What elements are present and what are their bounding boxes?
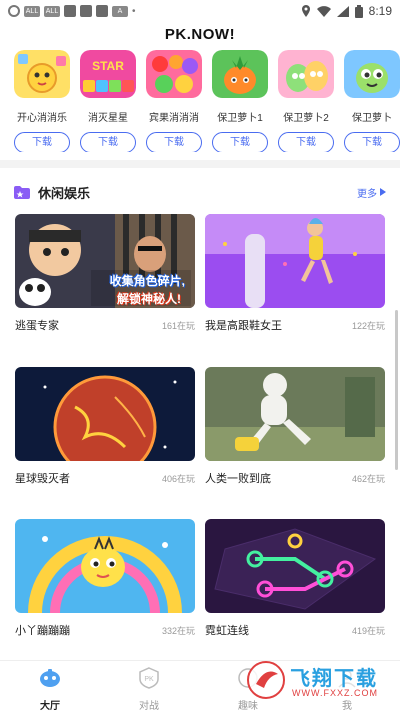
- game-thumb-carrot-defense-2-icon[interactable]: [278, 50, 334, 98]
- featured-game-3[interactable]: 宾果消消消 下载: [143, 50, 205, 152]
- watermark-text: 飞翔下载: [290, 668, 378, 690]
- battery-icon: [354, 4, 363, 18]
- lobby-icon[interactable]: [39, 667, 61, 689]
- signal-icon: [336, 5, 349, 17]
- nav-tab-battle[interactable]: PK 对战: [119, 667, 179, 711]
- all-badge-icon-2: ALL: [44, 5, 60, 17]
- folder-icon: [14, 185, 30, 199]
- game-name: 保卫萝卜1: [217, 113, 263, 124]
- game-thumb-bingo-fruit-icon[interactable]: [146, 50, 202, 98]
- download-button[interactable]: 下载: [212, 132, 268, 152]
- game-card-planet-destroyer[interactable]: 星球毁灭者 406在玩: [15, 367, 195, 486]
- more-label[interactable]: 更多: [357, 185, 377, 200]
- featured-game-6[interactable]: 保卫萝卜 下载: [341, 50, 400, 152]
- little-bounce-art-icon: [15, 519, 195, 613]
- player-count: 419在玩: [351, 625, 385, 636]
- watermark-url: WWW.FXXZ.COM: [292, 688, 378, 698]
- wifi-icon: [316, 5, 331, 17]
- player-count: 332在玩: [161, 625, 195, 636]
- pk-icon[interactable]: PK: [138, 667, 160, 689]
- status-bar: ALL ALL A • 8:19: [0, 0, 400, 22]
- section-header: 休闲娱乐 更多: [14, 182, 386, 202]
- card-title: 星球毁灭者: [15, 473, 70, 485]
- game-name: 保卫萝卜2: [283, 113, 329, 124]
- card-banner-line1: 收集角色碎片,: [109, 274, 185, 288]
- clock: 8:19: [368, 4, 392, 18]
- game-name: 消灭星星: [88, 113, 128, 124]
- game-card-egg-escape[interactable]: 收集角色碎片, 解锁神秘人! 逃蛋专家 161在玩: [15, 214, 195, 333]
- featured-game-1[interactable]: 开心消消乐 下载: [11, 50, 73, 152]
- watermark: 飞翔下载 WWW.FXXZ.COM: [246, 658, 390, 704]
- game-card-image[interactable]: 收集角色碎片, 解锁神秘人!: [15, 214, 195, 308]
- game-card-human-fall[interactable]: 人类一败到底 462在玩: [205, 367, 385, 486]
- player-count: 122在玩: [351, 320, 385, 331]
- planet-art-icon: [15, 367, 195, 461]
- download-button[interactable]: 下载: [278, 132, 334, 152]
- app-notification-icon-3: [96, 5, 108, 17]
- card-title: 逃蛋专家: [15, 320, 59, 332]
- high-heels-art-icon: [205, 214, 385, 308]
- a-badge-icon: A: [112, 5, 128, 17]
- nav-label[interactable]: 对战: [119, 697, 179, 711]
- download-button[interactable]: 下载: [344, 132, 400, 152]
- svg-text:PK: PK: [144, 676, 154, 683]
- game-thumb-popstar-icon[interactable]: STAR: [80, 50, 136, 98]
- nav-label[interactable]: 大厅: [20, 697, 80, 711]
- download-button[interactable]: 下载: [14, 132, 70, 152]
- player-count: 462在玩: [351, 473, 385, 484]
- more-link[interactable]: 更多: [357, 185, 386, 200]
- all-badge-icon: ALL: [24, 5, 40, 17]
- game-card-little-bounce[interactable]: 小丫蹦蹦蹦 332在玩: [15, 519, 195, 638]
- featured-game-4[interactable]: 保卫萝卜1 下载: [209, 50, 271, 152]
- section-title: 休闲娱乐: [38, 185, 91, 201]
- featured-game-2[interactable]: STAR 消灭星星 下载: [77, 50, 139, 152]
- card-title: 我是高跟鞋女王: [205, 320, 282, 332]
- player-count: 406在玩: [161, 473, 195, 484]
- game-card-image[interactable]: [205, 214, 385, 308]
- card-title: 霓虹连线: [205, 625, 249, 637]
- neon-connect-art-icon: [205, 519, 385, 613]
- svg-text:STAR: STAR: [92, 59, 124, 73]
- human-fall-art-icon: [205, 367, 385, 461]
- nav-tab-lobby[interactable]: 大厅: [20, 667, 80, 711]
- card-title: 小丫蹦蹦蹦: [15, 625, 70, 637]
- download-button[interactable]: 下载: [146, 132, 202, 152]
- card-title: 人类一败到底: [205, 473, 271, 485]
- game-name: 宾果消消消: [149, 113, 199, 124]
- game-card-high-heels-queen[interactable]: 我是高跟鞋女王 122在玩: [205, 214, 385, 333]
- download-button[interactable]: 下载: [80, 132, 136, 152]
- featured-game-5[interactable]: 保卫萝卜2 下载: [275, 50, 337, 152]
- sync-icon: [8, 5, 20, 17]
- game-card-image[interactable]: [205, 519, 385, 613]
- game-thumb-happy-match-icon[interactable]: [14, 50, 70, 98]
- app-notification-icon-2: [80, 5, 92, 17]
- card-banner-line2: 解锁神秘人!: [117, 292, 181, 306]
- game-card-image[interactable]: [205, 367, 385, 461]
- app-notification-icon: [64, 5, 76, 17]
- scrollbar[interactable]: [395, 310, 398, 470]
- game-name: 开心消消乐: [17, 113, 67, 124]
- game-thumb-carrot-defense-icon[interactable]: [344, 50, 400, 98]
- chevron-right-icon[interactable]: [380, 188, 386, 196]
- game-card-image[interactable]: [15, 519, 195, 613]
- game-thumb-carrot-defense-1-icon[interactable]: [212, 50, 268, 98]
- featured-games-row[interactable]: 开心消消乐 下载 STAR 消灭星星 下载 宾果消消消 下载 保卫萝卜1 下载 …: [0, 50, 400, 152]
- player-count: 161在玩: [161, 320, 195, 331]
- location-icon: [301, 5, 310, 17]
- game-card-image[interactable]: [15, 367, 195, 461]
- dot-icon: •: [132, 5, 136, 17]
- section-divider: [0, 160, 400, 168]
- app-title: PK.NOW!: [164, 26, 236, 43]
- game-name: 保卫萝卜: [352, 113, 392, 124]
- game-card-neon-connect[interactable]: 霓虹连线 419在玩: [205, 519, 385, 638]
